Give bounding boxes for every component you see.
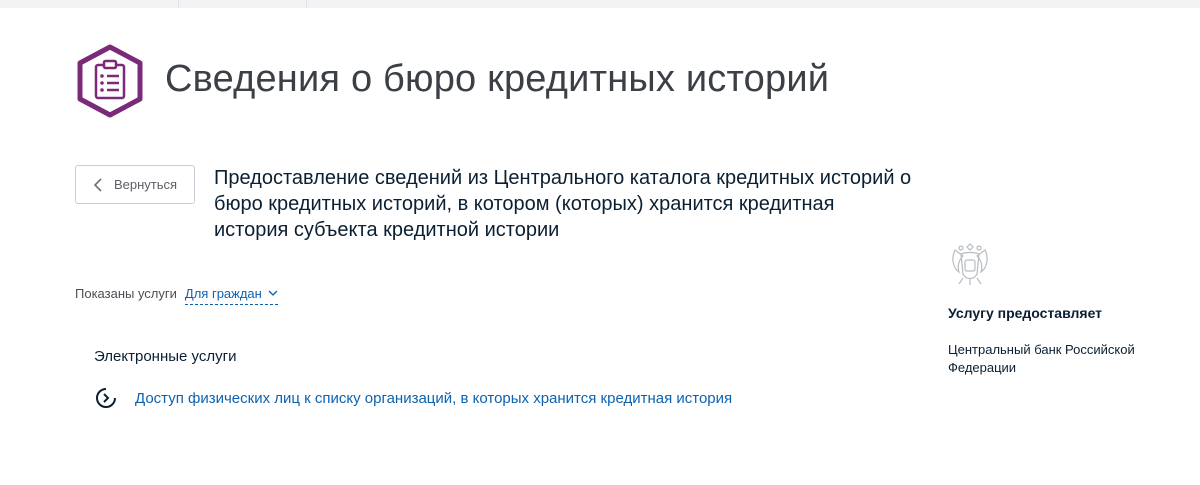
- top-strip-divider: [178, 0, 179, 8]
- page-title: Сведения о бюро кредитных историй: [165, 58, 830, 100]
- audience-select-value: Для граждан: [184, 286, 262, 301]
- clipboard-list-icon: [74, 44, 146, 118]
- audience-select[interactable]: Для граждан: [184, 286, 278, 305]
- service-link-credit-history-access[interactable]: Доступ физических лиц к списку организац…: [94, 386, 732, 410]
- filter-label: Показаны услуги: [75, 286, 177, 301]
- service-title: Предоставление сведений из Центрального …: [214, 167, 912, 241]
- back-button[interactable]: Вернуться: [75, 165, 195, 204]
- coat-of-arms-icon: [947, 238, 993, 288]
- chevron-down-icon: [268, 290, 278, 296]
- circle-arrow-right-icon: [96, 388, 116, 408]
- page: Сведения о бюро кредитных историй Вернут…: [0, 0, 1200, 485]
- provider-name: Центральный банк Российской Федерации: [948, 342, 1135, 375]
- back-button-label: Вернуться: [114, 177, 178, 192]
- chevron-left-icon: [93, 177, 102, 192]
- service-link-label: Доступ физических лиц к списку организац…: [135, 389, 733, 407]
- provider-heading: Услугу предоставляет: [948, 305, 1103, 321]
- top-strip: [0, 0, 1200, 8]
- services-filter: Показаны услуги Для граждан: [75, 286, 278, 305]
- top-strip-divider: [306, 0, 307, 8]
- electronic-services-heading: Электронные услуги: [94, 348, 237, 365]
